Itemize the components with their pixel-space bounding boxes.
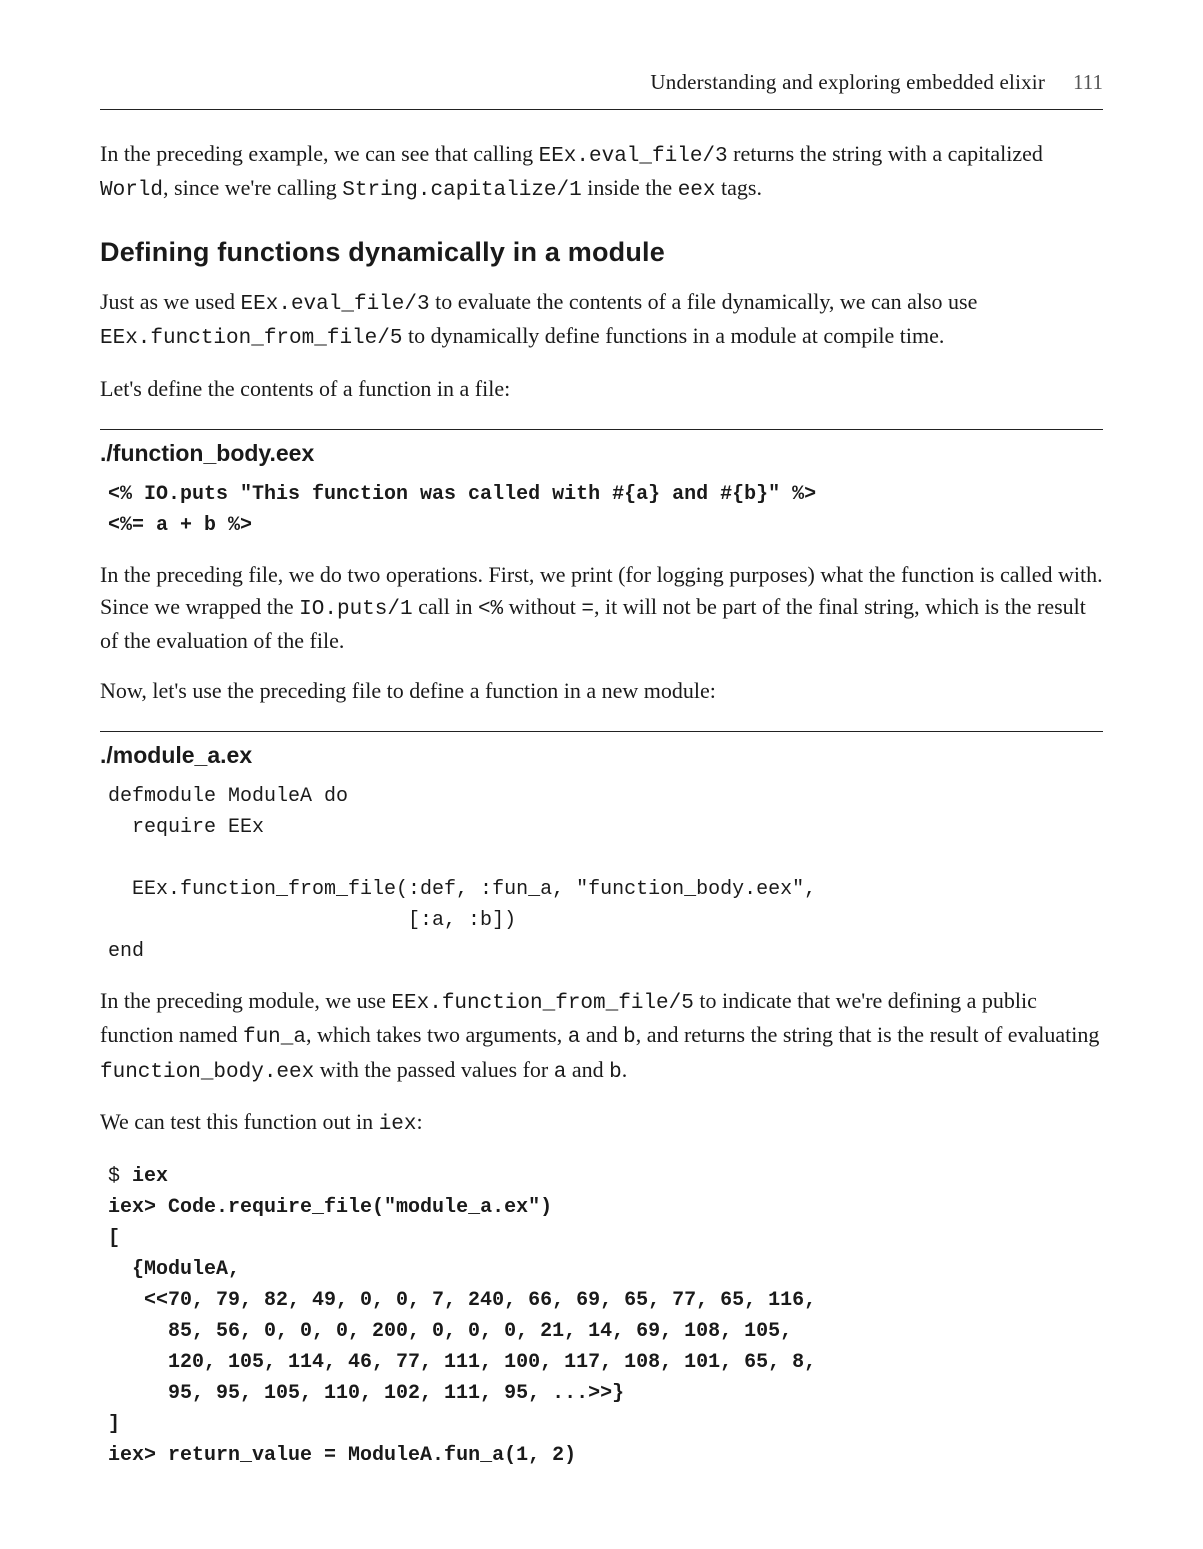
inline-code: = [581,598,594,621]
iex-output: [ {ModuleA, <<70, 79, 82, 49, 0, 0, 7, 2… [108,1227,816,1436]
inline-code: function_body.eex [100,1061,314,1084]
text: and [580,1022,623,1047]
inline-code: a [568,1026,581,1049]
text: to dynamically define functions in a mod… [402,323,944,348]
iex-command: return_value = ModuleA.fun_a(1, 2) [168,1444,576,1467]
inline-code: iex [379,1113,417,1136]
iex-prompt: iex> [108,1444,168,1467]
paragraph: In the preceding module, we use EEx.func… [100,985,1103,1088]
inline-code: a [554,1061,567,1084]
shell-command: iex [132,1165,168,1188]
paragraph: Now, let's use the preceding file to def… [100,675,1103,707]
page-number: 111 [1073,70,1103,95]
paragraph: We can test this function out in iex: [100,1106,1103,1140]
code-block: <% IO.puts "This function was called wit… [100,477,1103,545]
running-header: Understanding and exploring embedded eli… [100,70,1103,110]
section-heading: Defining functions dynamically in a modu… [100,237,1103,268]
inline-code: EEx.eval_file/3 [539,145,728,168]
inline-code: b [623,1026,636,1049]
inline-code: IO.puts/1 [299,598,412,621]
text: to evaluate the contents of a file dynam… [430,289,978,314]
paragraph: In the preceding example, we can see tha… [100,138,1103,207]
code-block: defmodule ModuleA do require EEx EEx.fun… [100,779,1103,971]
running-title: Understanding and exploring embedded eli… [650,70,1045,95]
inline-code: <% [478,598,503,621]
text: inside the [582,175,678,200]
inline-code: fun_a [243,1026,306,1049]
text: , which takes two arguments, [306,1022,568,1047]
text: We can test this function out in [100,1109,379,1134]
text: with the passed values for [314,1057,554,1082]
inline-code: b [609,1061,622,1084]
paragraph: In the preceding file, we do two operati… [100,559,1103,657]
text: In the preceding module, we use [100,988,391,1013]
text: , since we're calling [163,175,342,200]
paragraph: Let's define the contents of a function … [100,373,1103,405]
text: call in [413,594,478,619]
text: tags. [716,175,762,200]
inline-code: World [100,179,163,202]
text: , and returns the string that is the res… [636,1022,1100,1047]
code-block-iex: $ iex iex> Code.require_file("module_a.e… [100,1159,1103,1475]
divider [100,731,1103,732]
text: : [417,1109,423,1134]
inline-code: EEx.function_from_file/5 [391,992,693,1015]
inline-code: EEx.function_from_file/5 [100,327,402,350]
iex-command: Code.require_file("module_a.ex") [168,1196,552,1219]
inline-code: String.capitalize/1 [342,179,581,202]
shell-prompt: $ [108,1165,132,1188]
text: and [566,1057,609,1082]
inline-code: EEx.eval_file/3 [241,293,430,316]
text: returns the string with a capitalized [728,141,1043,166]
code-filename: ./function_body.eex [100,440,1103,467]
iex-prompt: iex> [108,1196,168,1219]
inline-code: eex [678,179,716,202]
text: Just as we used [100,289,241,314]
text: . [622,1057,628,1082]
page: { "header": { "running_title": "Understa… [0,0,1203,1549]
paragraph: Just as we used EEx.eval_file/3 to evalu… [100,286,1103,355]
code-filename: ./module_a.ex [100,742,1103,769]
divider [100,429,1103,430]
text: without [503,594,581,619]
text: In the preceding example, we can see tha… [100,141,539,166]
